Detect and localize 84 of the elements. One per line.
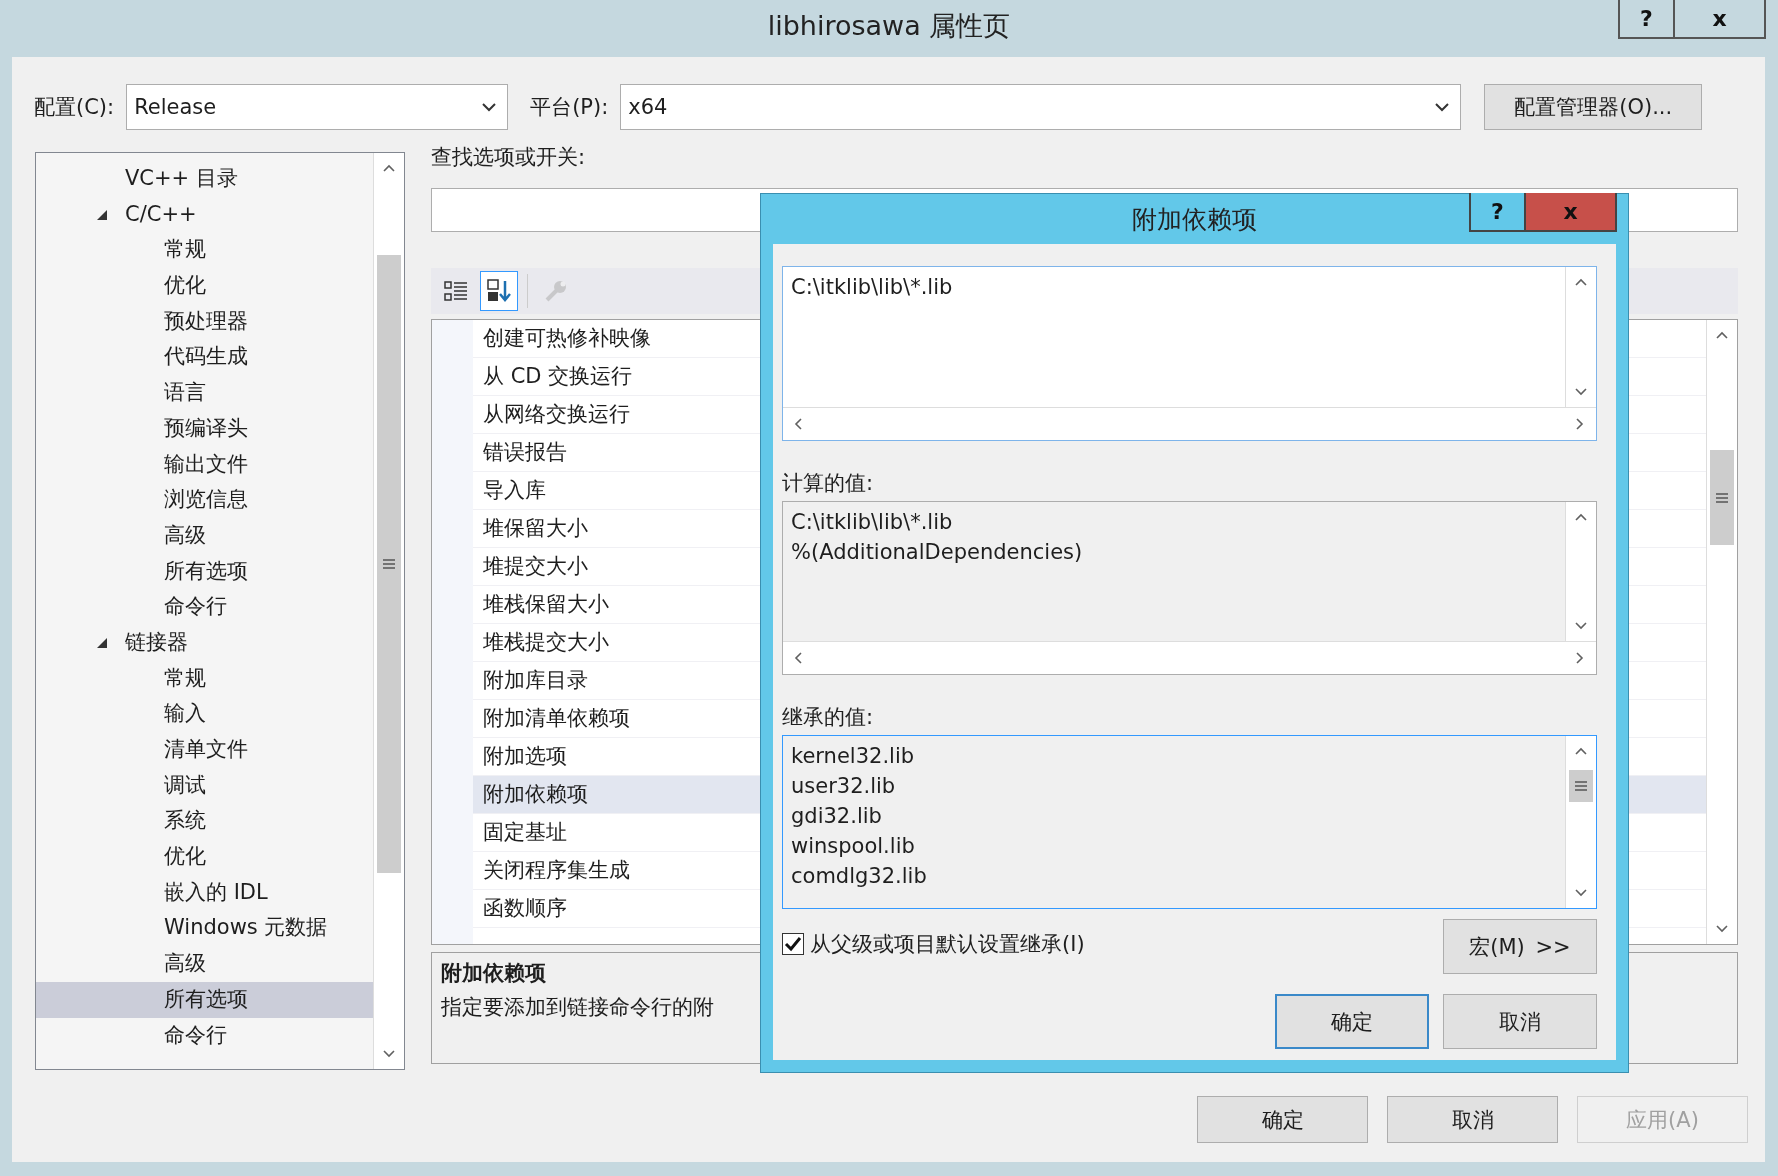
tree-item[interactable]: 高级 <box>36 946 373 982</box>
tree-item[interactable]: 预处理器 <box>36 303 373 340</box>
scrollbar[interactable] <box>373 153 404 1069</box>
description-title: 附加依赖项 <box>441 960 547 987</box>
cancel-button[interactable]: 取消 <box>1443 994 1597 1049</box>
property-name: 堆栈提交大小 <box>483 629 609 656</box>
expanded-arrow-icon[interactable] <box>96 636 108 649</box>
checkmark-icon <box>784 936 802 952</box>
property-name: 从网络交换运行 <box>483 401 630 428</box>
tree-item[interactable]: 常规 <box>36 660 373 697</box>
tree-item[interactable]: 高级 <box>36 517 373 554</box>
configuration-label: 配置(C): <box>34 94 115 121</box>
computed-line: C:\itklib\lib\*.lib <box>791 509 954 536</box>
ok-button[interactable]: 确定 <box>1275 994 1429 1049</box>
tree-item[interactable]: 代码生成 <box>36 339 373 376</box>
inherited-line: kernel32.lib <box>791 743 916 770</box>
expanded-arrow-icon[interactable] <box>96 208 108 221</box>
description-text: 指定要添加到链接命令行的附 <box>441 994 714 1021</box>
tree-item[interactable]: 浏览信息 <box>36 482 373 518</box>
property-name: 固定基址 <box>483 819 567 846</box>
dependency-line: C:\itklib\lib\*.lib <box>791 274 954 301</box>
property-name: 附加选项 <box>483 743 567 770</box>
computed-label: 计算的值: <box>782 470 875 497</box>
ok-button[interactable]: 确定 <box>1197 1096 1368 1143</box>
tree-item[interactable]: VC++ 目录 <box>36 161 373 197</box>
close-button[interactable]: x <box>1524 193 1617 232</box>
property-name: 函数顺序 <box>483 895 567 922</box>
tree-item[interactable]: 调试 <box>36 767 373 804</box>
sort-icon[interactable] <box>480 271 518 311</box>
configuration-dropdown[interactable]: Release <box>126 84 509 130</box>
property-name: 堆栈保留大小 <box>483 591 609 618</box>
property-name: 创建可热修补映像 <box>483 325 651 352</box>
tree-item[interactable]: 优化 <box>36 268 373 304</box>
tree-item[interactable]: Windows 元数据 <box>36 910 373 947</box>
inherited-label: 继承的值: <box>782 704 875 731</box>
close-button[interactable]: x <box>1673 0 1766 39</box>
tree-item[interactable]: 清单文件 <box>36 732 373 768</box>
tree-item[interactable]: C/C++ <box>36 196 373 233</box>
macro-button[interactable]: 宏(M) >> <box>1443 919 1597 974</box>
tree-item[interactable]: 输入 <box>36 696 373 732</box>
configuration-manager-button[interactable]: 配置管理器(O)... <box>1484 84 1703 130</box>
scrollbar[interactable] <box>1706 320 1737 944</box>
inherited-line: winspool.lib <box>791 833 916 860</box>
platform-label: 平台(P): <box>530 94 609 121</box>
property-name: 附加依赖项 <box>483 781 588 808</box>
search-label: 查找选项或开关: <box>431 146 587 171</box>
property-name: 关闭程序集生成 <box>483 857 630 884</box>
grip-icon <box>383 558 395 570</box>
property-name: 错误报告 <box>483 439 567 466</box>
property-name: 从 CD 交换运行 <box>483 363 633 390</box>
tree-item[interactable]: 链接器 <box>36 624 373 661</box>
help-button[interactable]: ? <box>1469 193 1526 232</box>
tree-item[interactable]: 所有选项 <box>36 981 373 1018</box>
property-name: 附加库目录 <box>483 667 588 694</box>
inherited-line: user32.lib <box>791 773 897 800</box>
cancel-button[interactable]: 取消 <box>1387 1096 1558 1143</box>
window-title: libhirosawa 属性页 <box>767 8 1011 43</box>
property-name: 导入库 <box>483 477 546 504</box>
property-name: 堆保留大小 <box>483 515 588 542</box>
tree-item[interactable]: 命令行 <box>36 589 373 625</box>
inherited-line: comdlg32.lib <box>791 863 928 890</box>
tree-item[interactable]: 系统 <box>36 803 373 840</box>
property-name: 堆提交大小 <box>483 553 588 580</box>
inherited-line: gdi32.lib <box>791 803 883 830</box>
tree-item[interactable]: 嵌入的 IDL <box>36 874 373 911</box>
property-name: 附加清单依赖项 <box>483 705 630 732</box>
tree-item[interactable]: 语言 <box>36 375 373 411</box>
checkbox-label: 从父级或项目默认设置继承(I) <box>810 931 1085 958</box>
horizontal-scrollbar[interactable] <box>783 641 1596 674</box>
tree-item[interactable]: 优化 <box>36 839 373 875</box>
tree-item[interactable]: 输出文件 <box>36 446 373 483</box>
scrollbar[interactable] <box>1565 502 1596 641</box>
tree-item[interactable]: 所有选项 <box>36 553 373 590</box>
inherit-checkbox[interactable] <box>782 933 804 955</box>
grip-icon <box>1716 491 1728 504</box>
computed-line: %(AdditionalDependencies) <box>791 539 1084 566</box>
platform-dropdown[interactable]: x64 <box>620 84 1462 130</box>
help-button[interactable]: ? <box>1618 0 1675 39</box>
dialog-title: 附加依赖项 <box>1132 203 1257 236</box>
grip-icon <box>1575 780 1587 792</box>
tree-item[interactable]: 命令行 <box>36 1017 373 1054</box>
tree-item[interactable]: 常规 <box>36 232 373 269</box>
scrollbar[interactable] <box>1565 736 1596 908</box>
tree-item[interactable]: 预编译头 <box>36 410 373 447</box>
